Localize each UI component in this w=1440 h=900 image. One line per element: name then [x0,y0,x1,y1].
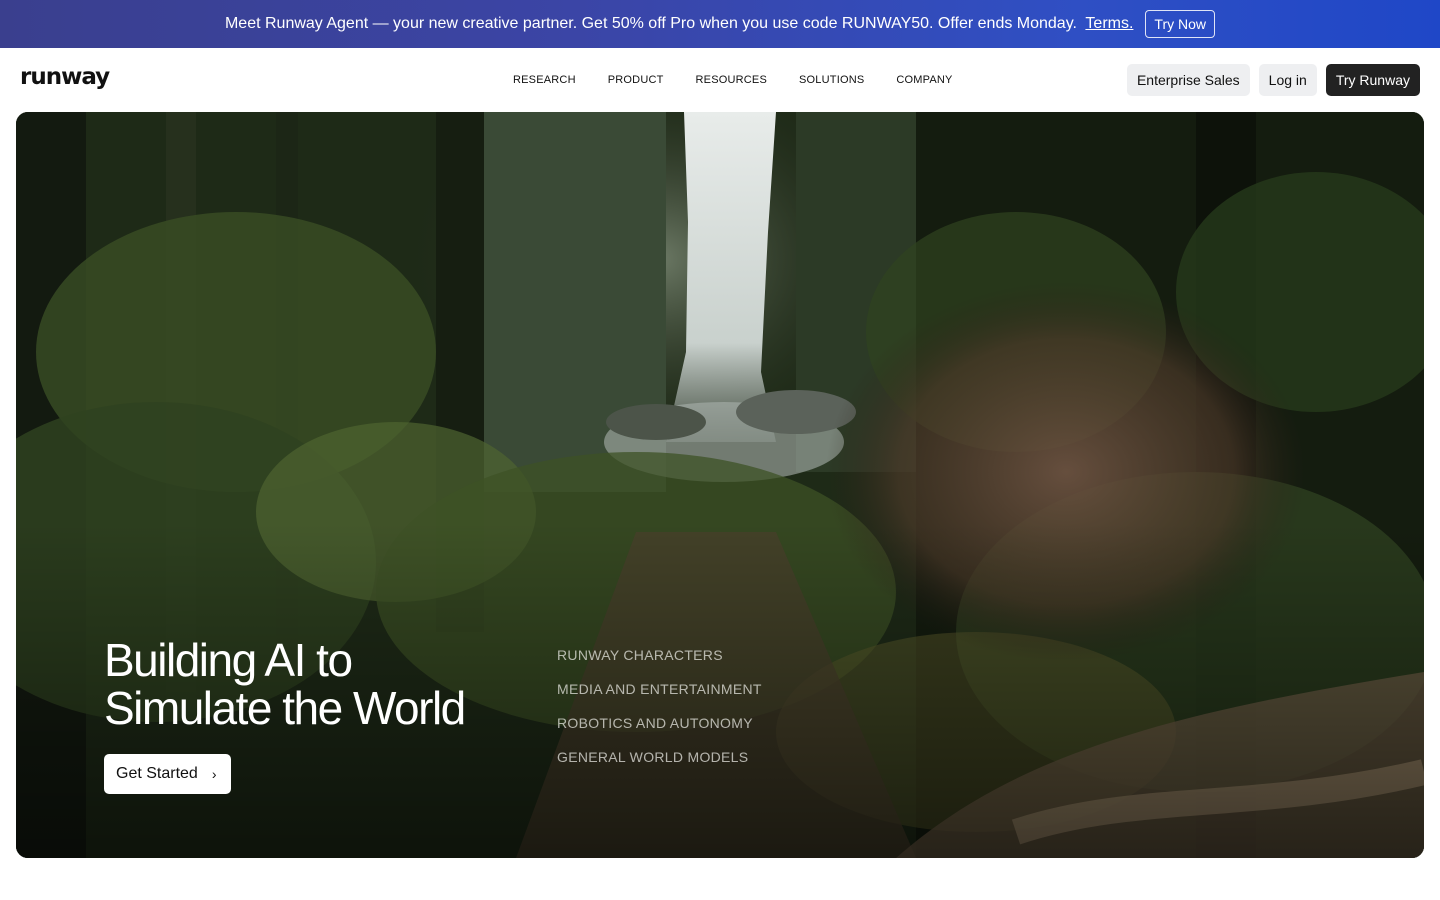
hero-title-line2: Simulate the World [104,682,466,734]
hero-link-general-world-models[interactable]: GENERAL WORLD MODELS [557,748,762,766]
nav-company[interactable]: COMPANY [896,74,952,86]
try-now-button[interactable]: Try Now [1145,10,1216,38]
enterprise-sales-button[interactable]: Enterprise Sales [1126,64,1250,96]
login-button[interactable]: Log in [1258,64,1317,96]
nav-product[interactable]: PRODUCT [608,74,664,86]
hero-section: Building AI to Simulate the World Get St… [16,112,1424,858]
hero-link-robotics-autonomy[interactable]: ROBOTICS AND AUTONOMY [557,714,762,732]
promo-message: Meet Runway Agent — your new creative pa… [224,15,1077,32]
chevron-right-icon: › [211,766,217,782]
hero-link-media-entertainment[interactable]: MEDIA AND ENTERTAINMENT [557,680,762,698]
promo-banner: Meet Runway Agent — your new creative pa… [0,0,1440,48]
promo-text: Meet Runway Agent — your new creative pa… [225,15,1133,33]
hero-title: Building AI to Simulate the World [104,636,524,732]
site-header: runway RESEARCH PRODUCT RESOURCES SOLUTI… [0,48,1440,112]
main-nav: RESEARCH PRODUCT RESOURCES SOLUTIONS COM… [513,74,953,86]
nav-solutions[interactable]: SOLUTIONS [799,74,864,86]
get-started-label: Get Started [116,765,198,782]
hero-links: RUNWAY CHARACTERS MEDIA AND ENTERTAINMEN… [557,646,762,766]
hero-link-runway-characters[interactable]: RUNWAY CHARACTERS [557,646,762,664]
header-actions: Enterprise Sales Log in Try Runway [1126,64,1420,96]
nav-research[interactable]: RESEARCH [513,74,576,86]
hero-title-line1: Building AI to [104,634,353,686]
promo-terms-link[interactable]: Terms. [1085,15,1133,32]
get-started-button[interactable]: Get Started › [104,754,231,794]
runway-logo[interactable]: runway [20,64,110,90]
nav-resources[interactable]: RESOURCES [696,74,767,86]
try-runway-button[interactable]: Try Runway [1325,64,1420,96]
